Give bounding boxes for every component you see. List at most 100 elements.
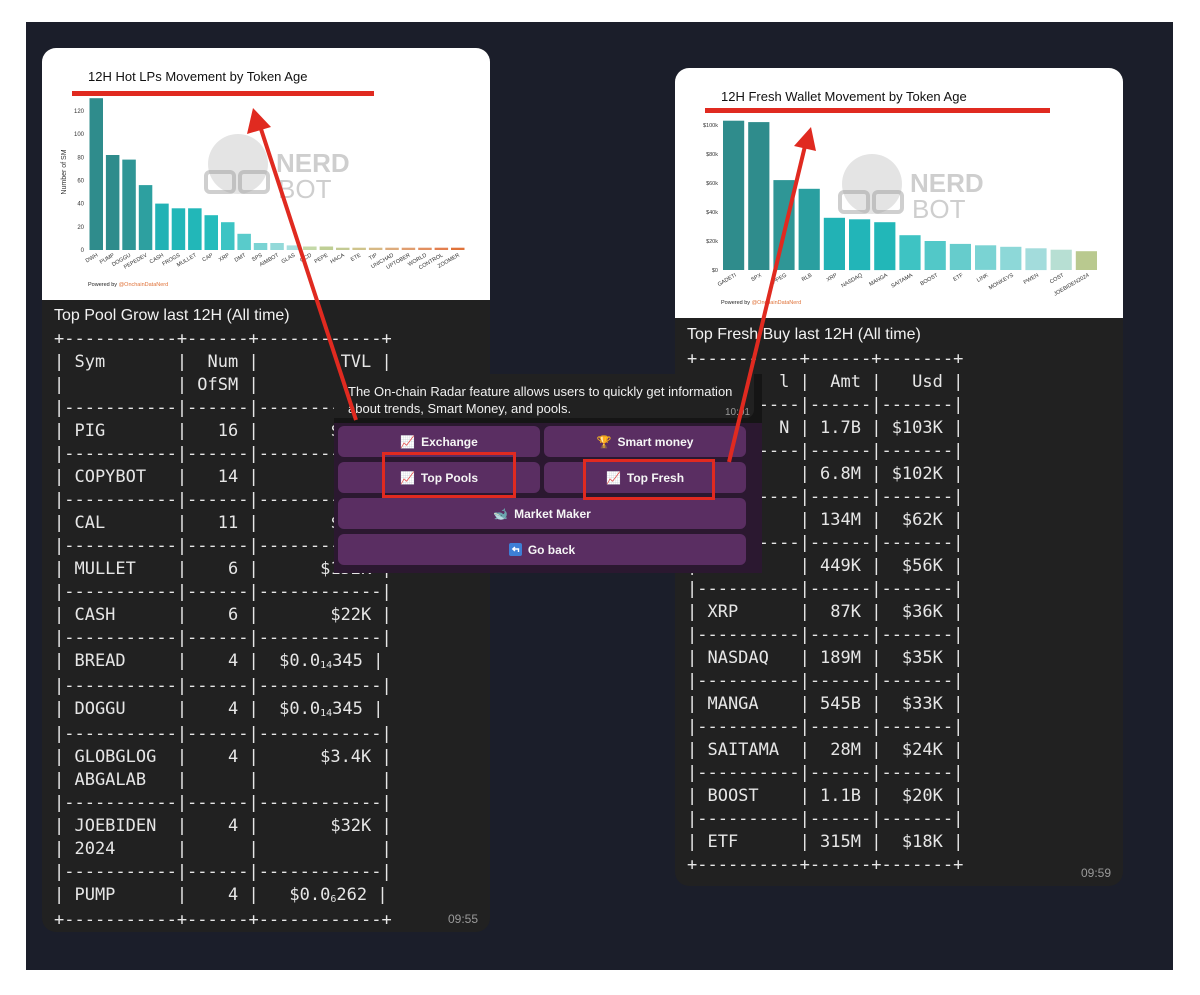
y-tick-label: $40k [706,210,718,216]
hot-lps-chart-svg: NERDBOT 12H Hot LPs Movement by Token Ag… [61,69,465,288]
y-tick-label: $0 [712,268,718,274]
bar-dmt [237,233,251,250]
powered-by: Powered by @OnchainDataNerd [88,282,168,288]
bar-xrp [823,217,845,270]
bar-frogs [171,208,186,250]
bar-boost [924,241,946,270]
bar-unichad [385,247,399,250]
x-tick-label: DWH [85,253,99,265]
x-tick-label: PEPE [314,252,330,265]
y-ticks: 0 20 40 60 80 100 120 [74,109,85,254]
y-tick-label: 120 [74,109,85,115]
trophy-icon: 🏆 [596,434,612,449]
nerdbot-watermark: NERDBOT [204,134,350,204]
bar-pepedev [138,185,153,250]
x-tick-label: ETF [952,272,965,283]
x-ticks: DWH PUMPDOGGUPEPEDEV CASHFROGSMULLET CAP XRP… [85,252,461,271]
x-tick-label: CAP [202,252,215,263]
bar-xrp [221,222,235,250]
bar-aimbot [270,243,284,250]
x-tick-label: AIMBOT [259,252,281,268]
bot-message: The On-chain Radar feature allows users … [334,374,754,418]
x-tick-label: PPEG [772,273,788,286]
x-tick-label: NASDAQ [840,272,864,289]
message-title: Top Fresh Buy last 12H (All time) [687,326,921,343]
y-ticks: $0 $20k $40k $60k $80k $100k [703,123,718,274]
x-tick-label: SPX [750,272,763,283]
bar-cost [1050,249,1072,270]
bar-cap [204,215,218,250]
x-tick-label: LINK [976,272,990,283]
bar-pepe [319,246,334,250]
y-tick-label: 20 [77,225,84,231]
x-tick-label: SAITAMA [890,272,914,289]
go-back-button[interactable]: Go back [338,534,746,565]
bar-manga [874,222,896,271]
back-arrow-icon [508,543,522,556]
message-time: 09:55 [447,912,478,926]
powered-by: Powered by @OnchainDataNerd [721,300,801,306]
bar-nasdaq [849,219,871,271]
y-tick-label: 60 [77,179,84,185]
message-title: Top Pool Grow last 12H (All time) [54,307,290,324]
bot-message-time: 10:01 [724,407,750,418]
exchange-button-label: Exchange [421,434,478,449]
bar-rlb [798,188,820,270]
x-tick-label: XRP [218,252,231,263]
powered-by-prefix: Powered by [721,300,750,306]
bar-dwh [89,98,103,250]
chart-title: 12H Fresh Wallet Movement by Token Age [721,89,967,104]
powered-by-handle: @OnchainDataNerd [119,282,169,288]
bar-link [975,245,997,270]
y-tick-label: 40 [77,202,84,208]
bar-monkeys [1000,246,1022,270]
y-tick-label: $100k [703,123,718,129]
bar-pwen [1025,248,1047,271]
y-tick-label: 0 [81,248,85,254]
watermark-bot: BOT [278,174,332,204]
x-tick-label: GADETI [717,272,738,288]
x-tick-label: RLB [801,272,814,283]
hot-lps-chart: NERD BOT 12H Hot LPs Movement by Token Ag… [42,48,490,300]
chart-increasing-icon: 📈 [400,434,416,449]
x-tick-label: DMT [234,252,248,263]
y-tick-label: 80 [77,155,84,161]
bar-gadeti [723,120,745,270]
powered-by-handle: @OnchainDataNerd [752,300,802,306]
bar-world [418,247,432,250]
whale-icon: 🐋 [493,506,509,521]
bar-doggu [122,159,136,250]
x-tick-label: PWEN [1023,273,1040,286]
bar-haca [336,247,350,250]
bar-sps [253,243,268,250]
bar-glas [286,245,301,250]
x-ticks: GADETI SPX PPEG RLB XRP NASDAQ MANGA SAITAMA BOO… [717,272,1091,297]
market-maker-button-label: Market Maker [514,506,591,521]
bar-etf [949,243,971,270]
chart-title: 12H Hot LPs Movement by Token Age [88,69,307,84]
bar-tip [368,247,383,250]
bot-message-text: The On-chain Radar feature allows users … [348,384,733,416]
x-tick-label: HACA [329,252,346,265]
bar-mullet [188,208,202,250]
x-tick-label: MANGA [868,272,889,287]
powered-by-prefix: Powered by [88,282,117,288]
bar-uptober [401,247,416,250]
nerdbot-watermark: NERDBOT [838,154,984,224]
y-tick-label: $20k [706,239,718,245]
smart-money-button[interactable]: 🏆 Smart money [544,426,746,457]
bar-spx [748,122,770,270]
fresh-wallet-chart: NERD BOT 12H Fresh Wallet Movement by Tok… [675,68,1123,318]
x-tick-label: MONKEYS [988,272,1015,291]
bar-ppeg [773,180,795,270]
y-tick-label: $80k [706,152,718,158]
bar-zoomer [451,247,465,250]
x-tick-label: XRP [826,272,839,283]
bar-ocd [303,246,317,250]
bar-ete [352,247,366,250]
market-maker-button[interactable]: 🐋 Market Maker [338,498,746,529]
x-tick-label: COST [1049,272,1066,285]
bar-cash [155,203,169,250]
x-tick-label: GLAS [281,252,297,265]
go-back-button-label: Go back [527,542,576,557]
